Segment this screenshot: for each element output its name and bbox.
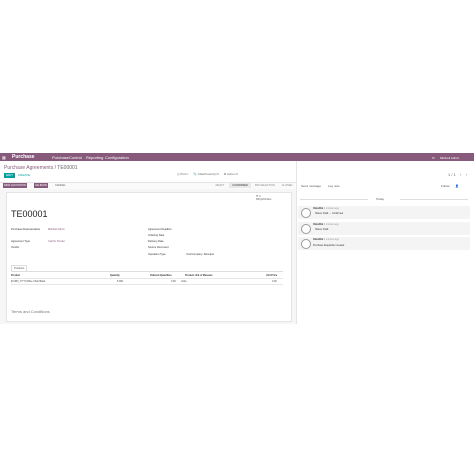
app-title[interactable]: Purchase [12, 154, 35, 160]
message-2-text: Status: Draft [315, 228, 329, 231]
message-author: OdooBot [313, 238, 324, 241]
top-navbar: ▦ Purchase Purchase Control Reporting Co… [0, 153, 474, 161]
header-divider [11, 278, 283, 279]
pager-prev-icon[interactable]: ‹ [460, 172, 461, 177]
message-author: OdooBot [313, 207, 324, 210]
terms-and-conditions[interactable]: Terms and Conditions [11, 309, 50, 314]
message-1-text: Status: Draft → Confirmed [315, 212, 344, 215]
chatter-divider [296, 161, 297, 324]
message-3-text: Purchase Requisition created [313, 244, 345, 247]
stage-confirmed[interactable]: CONFIRMED [229, 183, 251, 188]
field-label-vendor: Vendor [11, 246, 20, 249]
menu-reporting[interactable]: Reporting [86, 155, 103, 160]
field-agreement-type[interactable]: Call for Tender [48, 240, 65, 243]
rfq-smart-button[interactable]: ☰ 0 RFQs/Orders [256, 195, 271, 201]
menu-configuration[interactable]: Configuration [105, 155, 129, 160]
print-dropdown[interactable]: Print [180, 172, 186, 176]
field-label-delivery-date: Delivery Date [148, 240, 164, 243]
chat-icon[interactable]: ✉ [432, 156, 435, 160]
breadcrumb-current: TE00001 [57, 165, 78, 171]
col-header-uom: Product Unit of Measure [185, 274, 213, 277]
cell-unit-price[interactable]: 0.00 [272, 280, 277, 283]
record-title: TE00001 [11, 209, 48, 219]
field-label-operation-type: Operation Type [148, 253, 166, 256]
message-time: 2 minutes ago [323, 238, 339, 241]
rfq-label: RFQs/Orders [256, 198, 272, 201]
cell-product[interactable]: [FURN_7777] Office Chair Black [11, 280, 45, 283]
validate-button[interactable]: VALIDATE [34, 183, 49, 188]
breadcrumb: Purchase Agreements / TE00001 [4, 165, 78, 171]
message-2-header: OdooBot 2 minutes ago [313, 223, 339, 226]
message-time: 2 minutes ago [323, 223, 339, 226]
cell-uom[interactable]: Units [181, 280, 186, 283]
apps-menu-icon[interactable]: ▦ [2, 155, 6, 160]
today-line-right [400, 199, 468, 200]
field-label-source-document: Source Document [148, 246, 169, 249]
action-dropdown[interactable]: Action [227, 172, 235, 176]
new-quotation-button[interactable]: NEW QUOTATION [3, 183, 27, 188]
message-1-header: OdooBot 2 minutes ago [313, 207, 339, 210]
col-header-product: Product [11, 274, 21, 277]
action-toolbar: ⎙ Print ▾ 📎 Attachment(s) ▾ ⚙ Action ▾ [177, 172, 238, 176]
edit-button[interactable]: EDIT [4, 173, 15, 178]
avatar [301, 208, 311, 218]
breadcrumb-parent[interactable]: Purchase Agreements [4, 165, 53, 171]
col-header-quantity: Quantity [110, 274, 120, 277]
row-divider [11, 284, 283, 285]
pager-next-icon[interactable]: › [466, 172, 467, 177]
attachments-dropdown[interactable]: Attachment(s) [198, 172, 217, 176]
followers-icon[interactable]: 👤 [455, 184, 459, 188]
field-label-ordering-date: Ordering Date [148, 234, 165, 237]
col-header-unit-price: Unit Price [266, 274, 278, 277]
stage-draft[interactable]: DRAFT [212, 183, 228, 188]
form-sheet [6, 192, 292, 322]
cancel-button[interactable]: CANCEL [55, 183, 66, 188]
today-separator: Today [376, 197, 385, 201]
avatar [301, 224, 311, 234]
menu-control[interactable]: Control [69, 155, 82, 160]
cell-quantity[interactable]: 5.000 [117, 280, 123, 283]
field-label-deadline: Agreement Deadline [148, 228, 172, 231]
field-label-agreement-type: Agreement Type [11, 240, 30, 243]
pager-value[interactable]: 1 / 1 [448, 172, 456, 177]
create-button[interactable]: CREATE [18, 173, 30, 178]
field-representative[interactable]: Mitchell Admin [48, 228, 65, 231]
field-label-representative: Purchase Representative [11, 228, 41, 231]
send-message-button[interactable]: Send message [301, 184, 321, 188]
follow-button[interactable]: Follow [441, 184, 450, 188]
message-author: OdooBot [313, 223, 324, 226]
message-time: 2 minutes ago [323, 207, 339, 210]
avatar [301, 239, 311, 249]
gear-icon: ⚙ [223, 172, 227, 176]
stage-closed[interactable]: CLOSED [279, 183, 295, 188]
attachment-icon: 📎 [193, 172, 198, 176]
user-menu[interactable]: Mitchell Admin [440, 156, 459, 160]
breadcrumb-separator: / [54, 165, 56, 171]
today-line-left [300, 199, 368, 200]
field-operation-type[interactable]: YourCompany: Receipts [186, 253, 214, 256]
menu-purchase[interactable]: Purchase [52, 155, 69, 160]
stage-bid-selection[interactable]: BID SELECTION [252, 183, 278, 188]
cell-ordered: 0.00 [171, 280, 176, 283]
log-note-button[interactable]: Log note [328, 184, 340, 188]
tab-divider [11, 271, 283, 272]
col-header-ordered: Ordered Quantities [150, 274, 172, 277]
message-3-header: OdooBot 2 minutes ago [313, 238, 339, 241]
